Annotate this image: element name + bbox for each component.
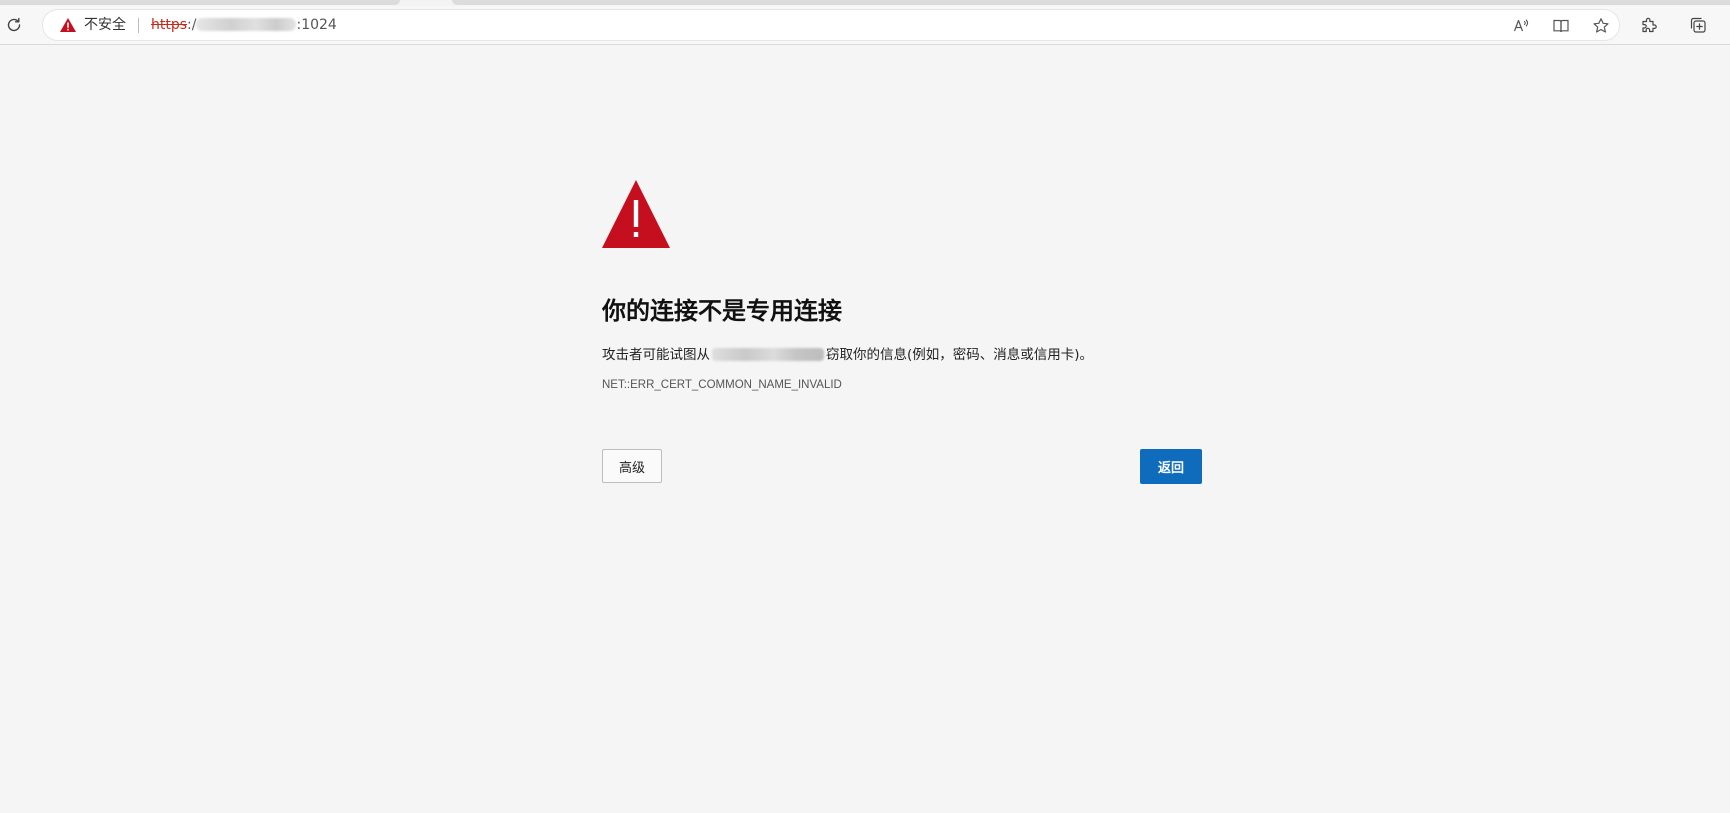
read-aloud-icon[interactable] [1509,14,1533,38]
browser-toolbar: 不安全 https:/ :1024 [0,6,1730,45]
inactive-tab-edge[interactable] [0,0,400,5]
url-scheme: https [151,17,188,33]
address-divider [138,18,139,33]
immersive-reader-icon[interactable] [1549,14,1573,38]
refresh-icon[interactable] [1,12,27,38]
collections-icon[interactable] [1685,12,1711,38]
page-title: 你的连接不是专用连接 [602,297,842,325]
error-code[interactable]: NET::ERR_CERT_COMMON_NAME_INVALID [602,379,842,391]
description-prefix: 攻击者可能试图从 [602,347,710,363]
star-icon[interactable] [1589,14,1613,38]
redacted-host [196,18,297,31]
redacted-host [712,348,824,361]
warning-triangle-icon[interactable] [59,17,77,33]
not-secure-label[interactable]: 不安全 [84,17,126,34]
advanced-button[interactable]: 高级 [602,449,662,483]
warning-triangle-icon [602,180,670,248]
address-bar[interactable]: 不安全 https:/ :1024 [42,9,1620,41]
url-text[interactable]: https:/ :1024 [151,17,337,34]
description-suffix: 窃取你的信息(例如，密码、消息或信用卡)。 [826,347,1094,363]
back-button[interactable]: 返回 [1140,449,1202,484]
error-description: 攻击者可能试图从 窃取你的信息(例如，密码、消息或信用卡)。 [602,343,1093,363]
url-separator: :/ [187,17,197,33]
url-port: :1024 [296,17,337,33]
puzzle-icon[interactable] [1636,12,1662,38]
inactive-tab-edge[interactable] [452,0,1730,5]
